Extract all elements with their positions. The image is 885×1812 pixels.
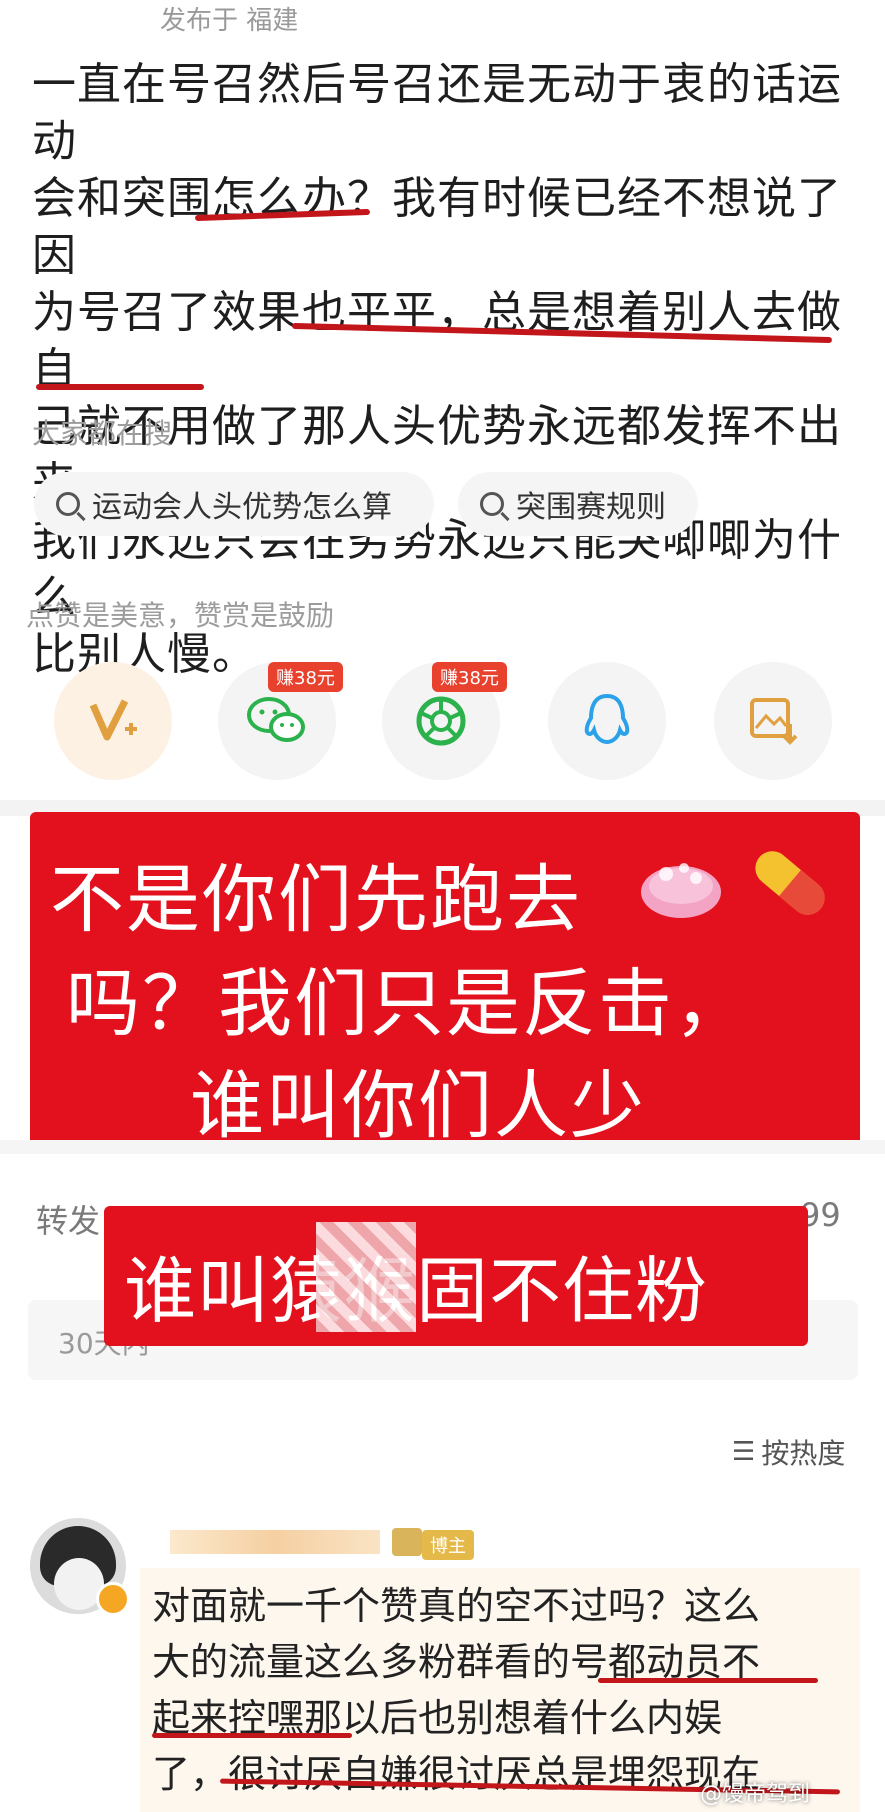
overlay-caption-line: 谁叫你们人少 [190, 1063, 646, 1149]
v-plus-button[interactable] [54, 662, 172, 780]
sort-icon: ☰ [732, 1437, 756, 1467]
save-image-icon [750, 698, 798, 745]
search-icon [480, 492, 504, 516]
search-icon [56, 492, 80, 516]
watermark: @馒帝驾到 [700, 1782, 811, 1807]
overlay-caption-line: 吗？我们只是反击， [66, 961, 750, 1047]
moments-icon [416, 696, 466, 746]
post-location: 发布于 福建 [160, 6, 299, 36]
mosaic-censor [316, 1222, 416, 1332]
search-chip-label: 运动会人头优势怎么算 [92, 490, 392, 525]
sort-label: 按热度 [761, 1437, 846, 1470]
crown-icon [392, 1528, 422, 1556]
pill-emoji [740, 838, 840, 928]
section-divider [0, 1140, 885, 1154]
qq-share-button[interactable] [548, 662, 666, 780]
reward-badge: 赚38元 [432, 662, 507, 692]
v-plus-icon [89, 699, 137, 741]
annotation-underline [36, 384, 204, 390]
overlay-caption-line: 谁叫猿猴固不住粉 [124, 1249, 709, 1333]
reward-badge: 赚38元 [268, 662, 343, 692]
username-blurred[interactable] [170, 1530, 380, 1554]
verified-badge-icon [96, 1582, 130, 1616]
reward-caption: 点赞是美意，赞赏是鼓励 [26, 599, 335, 632]
post-line: 一直在号召然后号召还是无动于衷的话运动 [32, 59, 842, 167]
search-section-title: 大家都在搜 [32, 417, 173, 450]
comment-body: 对面就一千个赞真的空不过吗？这么 大的流量这么多粉群看的号都动员不 起来控嘿那以… [152, 1578, 872, 1802]
search-chip-label: 突围赛规则 [516, 490, 666, 525]
soap-emoji [636, 854, 726, 924]
save-image-button[interactable] [714, 662, 832, 780]
overlay-caption-box-2: 谁叫猿猴固不住粉 [104, 1206, 808, 1346]
sort-toggle[interactable]: ☰ 按热度 [732, 1432, 845, 1472]
repost-count[interactable]: 转发 [36, 1196, 100, 1242]
overlay-caption-line: 不是你们先跑去 [50, 857, 582, 943]
annotation-underline [152, 1733, 352, 1738]
post-line: 会和突围怎么办？我有时候已经不想说了因 [32, 173, 842, 281]
user-tag: 博主 [422, 1530, 474, 1560]
comment-line: 对面就一千个赞真的空不过吗？这么 [152, 1584, 761, 1628]
wechat-icon [247, 697, 305, 742]
post-body: 一直在号召然后号召还是无动于衷的话运动 会和突围怎么办？我有时候已经不想说了因 … [32, 56, 852, 683]
annotation-underline [598, 1678, 818, 1683]
qq-icon [584, 693, 630, 745]
post-line: 为号召了效果也平平，总是想着别人去做自 [32, 287, 842, 395]
search-chip[interactable]: 运动会人头优势怎么算 [34, 472, 434, 536]
overlay-caption-box: 不是你们先跑去 吗？我们只是反击， 谁叫你们人少 [30, 812, 860, 1152]
search-chip[interactable]: 突围赛规则 [458, 472, 698, 536]
